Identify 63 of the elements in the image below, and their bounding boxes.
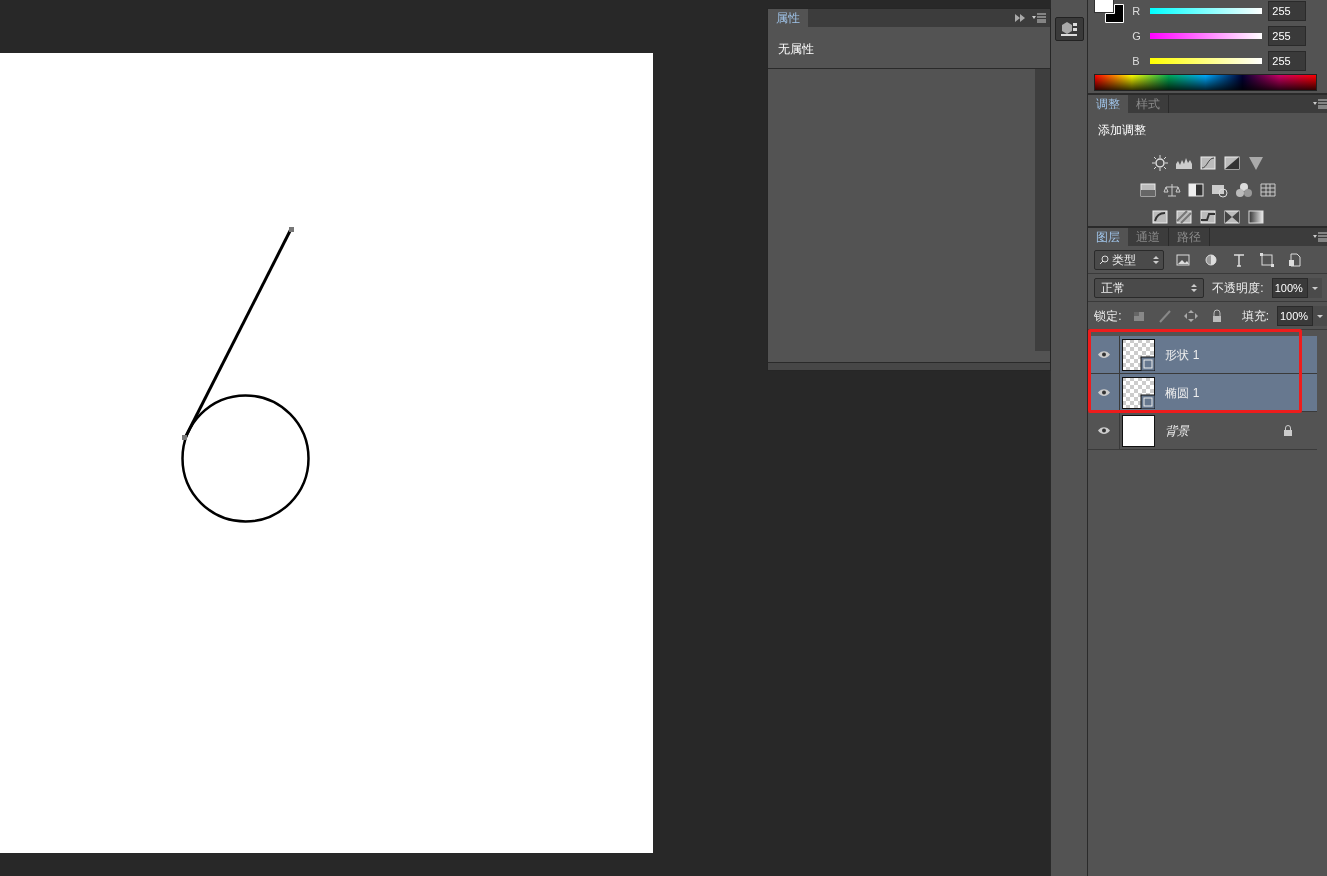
eye-icon[interactable]	[1096, 350, 1111, 359]
lock-label: 锁定:	[1094, 307, 1122, 325]
3d-cube-icon	[1060, 21, 1079, 37]
channel-value-field[interactable]: 255	[1268, 1, 1307, 21]
channel-slider[interactable]	[1150, 33, 1263, 39]
half-square-icon[interactable]	[1186, 182, 1205, 198]
panel-menu-icon[interactable]	[1313, 99, 1327, 109]
gradient-square-icon[interactable]	[1246, 209, 1265, 225]
fill-label: 填充:	[1241, 307, 1269, 325]
grid-icon[interactable]	[1258, 182, 1277, 198]
channel-label: B	[1132, 53, 1141, 69]
updown-icon	[1153, 254, 1160, 265]
caret-icon[interactable]	[1313, 305, 1327, 326]
image-filter-icon[interactable]	[1174, 251, 1193, 268]
panel-tab[interactable]: 属性	[768, 9, 808, 27]
panel-menu-icon[interactable]	[1313, 232, 1327, 242]
dock-button[interactable]	[1054, 17, 1084, 41]
layer-thumbnail	[1122, 414, 1156, 447]
blend-mode-dropdown[interactable]: 正常	[1094, 277, 1205, 298]
layer-name: 椭圆 1	[1165, 384, 1200, 402]
zigzag-icon[interactable]	[1198, 209, 1217, 225]
panel-menu-icon[interactable]	[1032, 13, 1046, 23]
layer-row[interactable]: 形状 1	[1088, 336, 1317, 374]
panel-tab[interactable]: 调整	[1088, 95, 1129, 113]
filter-dropdown[interactable]: 类型	[1094, 249, 1165, 270]
fill-field[interactable]: 100%	[1277, 305, 1313, 326]
eye-icon[interactable]	[1096, 388, 1111, 397]
sun-icon[interactable]	[1150, 155, 1169, 171]
shape-filter-icon[interactable]	[1258, 251, 1277, 268]
color-spectrum[interactable]	[1094, 74, 1317, 91]
curves-icon[interactable]	[1198, 155, 1217, 171]
opacity-label: 不透明度:	[1212, 279, 1264, 297]
gradient-bar-icon[interactable]	[1138, 182, 1157, 198]
channel-value-field[interactable]: 255	[1268, 26, 1307, 46]
layer-thumbnail	[1122, 338, 1156, 371]
layer-thumbnail	[1122, 376, 1156, 409]
no-properties-text: 无属性	[778, 42, 814, 56]
hourglass-icon[interactable]	[1222, 209, 1241, 225]
channel-label: R	[1132, 3, 1142, 19]
channel-slider[interactable]	[1150, 8, 1263, 14]
panel-tab[interactable]: 图层	[1088, 228, 1129, 246]
panel-heading: 添加调整	[1098, 123, 1147, 137]
collapse-icon[interactable]	[1014, 13, 1026, 23]
background-swatch[interactable]	[1105, 4, 1125, 23]
search-icon	[1099, 254, 1110, 265]
scale-icon[interactable]	[1162, 182, 1181, 198]
stripes-icon[interactable]	[1174, 209, 1193, 225]
channel-label: G	[1132, 28, 1142, 44]
channel-slider[interactable]	[1150, 58, 1263, 64]
layer-row[interactable]: 背景	[1088, 412, 1317, 450]
layer-name: 形状 1	[1165, 346, 1200, 364]
opacity-field[interactable]: 100%	[1271, 277, 1308, 298]
triangle-icon[interactable]	[1246, 155, 1265, 171]
layer-name: 背景	[1165, 422, 1190, 440]
layer-row[interactable]: 椭圆 1	[1088, 374, 1317, 412]
updown-icon	[1191, 282, 1198, 293]
channel-value-field[interactable]: 255	[1268, 51, 1307, 71]
invert-icon[interactable]	[1150, 209, 1169, 225]
circles-icon[interactable]	[1234, 182, 1253, 198]
exposure-icon[interactable]	[1222, 155, 1241, 171]
foreground-swatch[interactable]	[1094, 0, 1115, 13]
eye-icon[interactable]	[1096, 426, 1111, 435]
camera-icon[interactable]	[1210, 182, 1229, 198]
